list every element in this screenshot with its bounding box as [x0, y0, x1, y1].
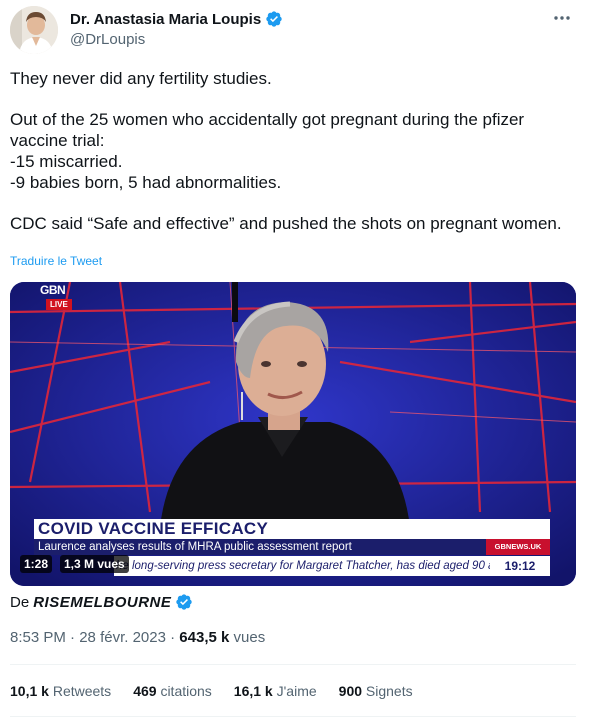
video-duration: 1:28	[20, 555, 53, 573]
stat-label: citations	[160, 683, 212, 699]
stat-quotes[interactable]: 469 citations	[133, 683, 212, 699]
views-label: vues	[233, 629, 266, 646]
attribution-prefix: De	[10, 593, 30, 611]
video-views: 1,3 M vues	[60, 555, 129, 573]
tweet-paragraph: They never did any fertility studies.	[10, 69, 272, 88]
attribution: De RISEMELBOURNE	[10, 593, 193, 611]
stat-count: 16,1 k	[233, 683, 273, 699]
avatar[interactable]	[10, 6, 58, 54]
author-name[interactable]: Dr. Anastasia Maria Loupis	[70, 10, 283, 28]
engagement-stats: 10,1 k Retweets 469 citations 16,1 k J'a…	[10, 683, 413, 699]
verified-badge-icon	[176, 594, 193, 610]
channel-website-tag: GBNEWS.UK	[486, 539, 550, 555]
meta-separator: ·	[165, 629, 180, 646]
attribution-source-link[interactable]: RISEMELBOURNE	[33, 594, 171, 611]
live-badge: LIVE	[46, 299, 72, 310]
tweet-paragraph: CDC said “Safe and effective” and pushed…	[10, 214, 562, 233]
translate-tweet-link[interactable]: Traduire le Tweet	[10, 254, 102, 268]
more-options-icon[interactable]	[552, 8, 572, 28]
stat-count: 469	[133, 683, 157, 699]
ticker-clock: 19:12	[490, 556, 550, 576]
tweet-paragraph: Out of the 25 women who accidentally got…	[10, 110, 525, 192]
video-headline: COVID VACCINE EFFICACY	[34, 519, 550, 539]
divider	[10, 716, 576, 717]
stat-count: 900	[338, 683, 363, 699]
stat-count: 10,1 k	[10, 683, 49, 699]
stat-likes[interactable]: 16,1 k J'aime	[234, 683, 317, 699]
author-handle[interactable]: @DrLoupis	[70, 31, 145, 48]
stat-label: Signets	[365, 683, 413, 699]
verified-badge-icon	[266, 11, 282, 27]
video-player[interactable]: GBN LIVE COVID VACCINE EFFICACY Laurence…	[10, 282, 576, 586]
stat-label: J'aime	[276, 683, 317, 699]
tweet-time[interactable]: 8:53 PM	[10, 629, 66, 646]
divider	[10, 664, 576, 665]
news-ticker: he long-serving press secretary for Marg…	[114, 556, 490, 576]
meta-separator: ·	[65, 629, 80, 646]
tweet-text: They never did any fertility studies. Ou…	[10, 68, 570, 254]
video-subheadline: Laurence analyses results of MHRA public…	[34, 539, 486, 555]
stat-label: Retweets	[52, 683, 112, 699]
views-count: 643,5 k	[179, 629, 230, 646]
tweet: Dr. Anastasia Maria Loupis @DrLoupis The…	[0, 0, 590, 724]
stat-bookmarks[interactable]: 900 Signets	[339, 683, 413, 699]
stat-retweets[interactable]: 10,1 k Retweets	[10, 683, 111, 699]
tweet-meta: 8:53 PM · 28 févr. 2023 · 643,5 k vues	[10, 629, 265, 646]
channel-logo: GBN	[40, 283, 66, 297]
author-name-text[interactable]: Dr. Anastasia Maria Loupis	[70, 11, 261, 28]
tweet-date[interactable]: 28 févr. 2023	[79, 629, 166, 646]
